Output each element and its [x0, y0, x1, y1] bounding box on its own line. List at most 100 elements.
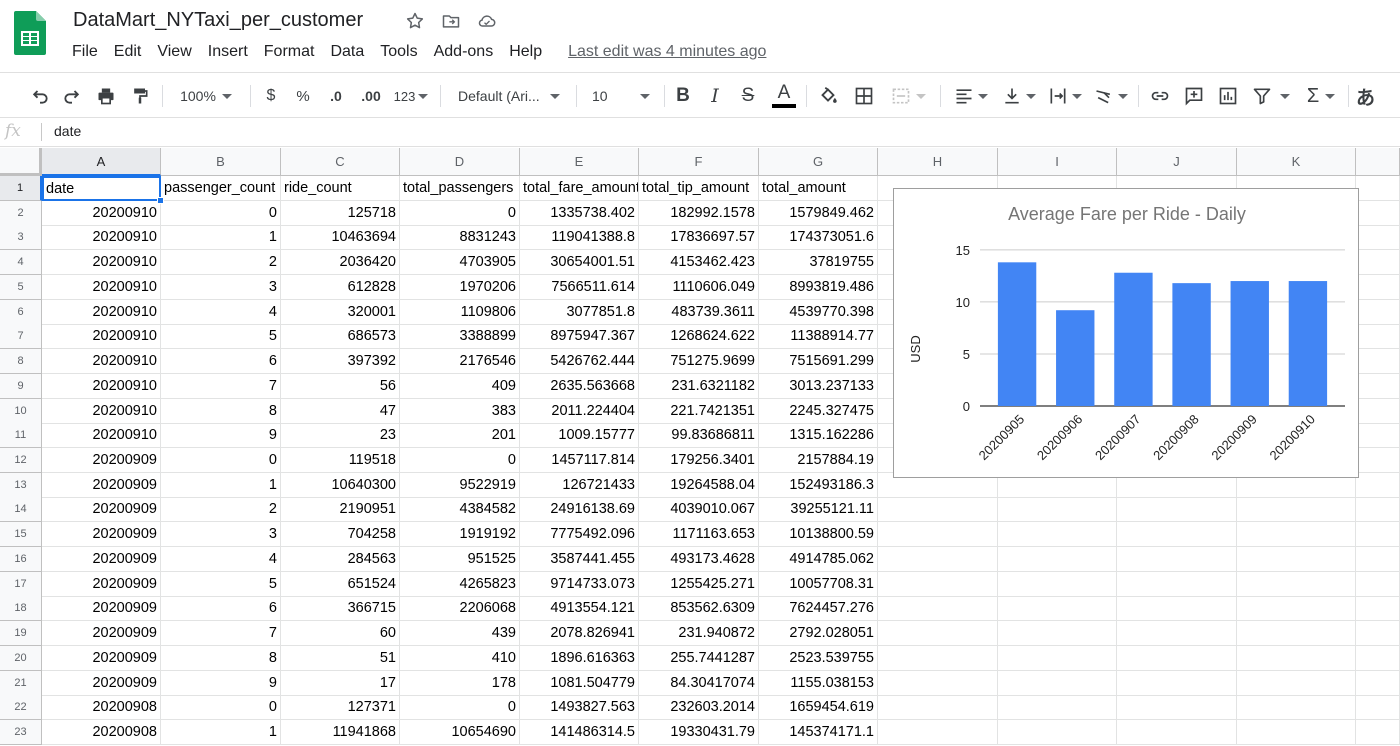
- cell-a6[interactable]: 20200910: [42, 299, 161, 325]
- cell-k18[interactable]: [1237, 596, 1356, 622]
- text-color-button[interactable]: A: [770, 73, 798, 119]
- cell-c12[interactable]: 119518: [281, 448, 400, 474]
- cell-e2[interactable]: 1335738.402: [520, 200, 639, 226]
- row-header-1[interactable]: 1: [0, 176, 42, 201]
- cell-k21[interactable]: [1237, 670, 1356, 696]
- format-currency-button[interactable]: $: [260, 73, 282, 119]
- cell-e15[interactable]: 7775492.096: [520, 522, 639, 548]
- cell-d18[interactable]: 2206068: [400, 596, 520, 622]
- cell-c1[interactable]: ride_count: [281, 176, 400, 201]
- cell-h21[interactable]: [878, 670, 998, 696]
- cell-d15[interactable]: 1919192: [400, 522, 520, 548]
- cell-g4[interactable]: 37819755: [759, 250, 878, 276]
- italic-button[interactable]: I: [704, 73, 726, 119]
- cell-e4[interactable]: 30654001.51: [520, 250, 639, 276]
- chart-bar-20200907[interactable]: [1114, 272, 1153, 406]
- cell-l12[interactable]: [1356, 448, 1400, 474]
- cell-f20[interactable]: 255.7441287: [639, 645, 759, 671]
- cell-i18[interactable]: [998, 596, 1117, 622]
- cell-g5[interactable]: 8993819.486: [759, 274, 878, 300]
- cell-g3[interactable]: 174373051.6: [759, 225, 878, 251]
- cell-c7[interactable]: 686573: [281, 324, 400, 350]
- cell-a22[interactable]: 20200908: [42, 695, 161, 721]
- column-header-e[interactable]: E: [520, 148, 639, 176]
- row-header-18[interactable]: 18: [0, 596, 42, 622]
- column-header-f[interactable]: F: [639, 148, 759, 176]
- strikethrough-button[interactable]: S: [736, 73, 760, 119]
- cell-c21[interactable]: 17: [281, 670, 400, 696]
- row-header-22[interactable]: 22: [0, 695, 42, 721]
- cell-b23[interactable]: 1: [161, 720, 281, 746]
- cell-f22[interactable]: 232603.2014: [639, 695, 759, 721]
- cell-a5[interactable]: 20200910: [42, 274, 161, 300]
- cell-e14[interactable]: 24916138.69: [520, 497, 639, 523]
- format-percent-button[interactable]: %: [292, 73, 314, 119]
- cell-g11[interactable]: 1315.162286: [759, 423, 878, 449]
- row-header-10[interactable]: 10: [0, 398, 42, 424]
- cell-i20[interactable]: [998, 645, 1117, 671]
- row-header-11[interactable]: 11: [0, 423, 42, 449]
- row-header-7[interactable]: 7: [0, 324, 42, 350]
- menu-insert[interactable]: Insert: [200, 42, 256, 62]
- cell-l18[interactable]: [1356, 596, 1400, 622]
- cell-l15[interactable]: [1356, 522, 1400, 548]
- cell-a11[interactable]: 20200910: [42, 423, 161, 449]
- cell-e17[interactable]: 9714733.073: [520, 571, 639, 597]
- row-header-21[interactable]: 21: [0, 670, 42, 696]
- cell-l11[interactable]: [1356, 423, 1400, 449]
- cell-l7[interactable]: [1356, 324, 1400, 350]
- cell-e21[interactable]: 1081.504779: [520, 670, 639, 696]
- text-wrapping-icon[interactable]: [1044, 73, 1086, 119]
- column-header-g[interactable]: G: [759, 148, 878, 176]
- cell-h18[interactable]: [878, 596, 998, 622]
- cell-j20[interactable]: [1117, 645, 1237, 671]
- cell-e1[interactable]: total_fare_amount: [520, 176, 639, 201]
- cell-l17[interactable]: [1356, 571, 1400, 597]
- cell-j18[interactable]: [1117, 596, 1237, 622]
- cell-l8[interactable]: [1356, 349, 1400, 375]
- row-header-14[interactable]: 14: [0, 497, 42, 523]
- cell-l23[interactable]: [1356, 720, 1400, 746]
- more-formats-select[interactable]: 123: [390, 73, 432, 119]
- menu-data[interactable]: Data: [322, 42, 372, 62]
- cell-e3[interactable]: 119041388.8: [520, 225, 639, 251]
- cell-d23[interactable]: 10654690: [400, 720, 520, 746]
- cell-e22[interactable]: 1493827.563: [520, 695, 639, 721]
- cell-c18[interactable]: 366715: [281, 596, 400, 622]
- cell-f1[interactable]: total_tip_amount: [639, 176, 759, 201]
- cell-d16[interactable]: 951525: [400, 546, 520, 572]
- cell-f8[interactable]: 751275.9699: [639, 349, 759, 375]
- row-header-4[interactable]: 4: [0, 250, 42, 276]
- cell-g16[interactable]: 4914785.062: [759, 546, 878, 572]
- row-header-9[interactable]: 9: [0, 373, 42, 399]
- cell-f12[interactable]: 179256.3401: [639, 448, 759, 474]
- cell-c8[interactable]: 397392: [281, 349, 400, 375]
- cell-d21[interactable]: 178: [400, 670, 520, 696]
- move-folder-icon[interactable]: [440, 10, 462, 32]
- cell-f7[interactable]: 1268624.622: [639, 324, 759, 350]
- cell-l6[interactable]: [1356, 299, 1400, 325]
- cell-b9[interactable]: 7: [161, 373, 281, 399]
- cell-d4[interactable]: 4703905: [400, 250, 520, 276]
- functions-icon[interactable]: Σ: [1300, 73, 1342, 119]
- horizontal-align-icon[interactable]: [950, 73, 992, 119]
- cell-f5[interactable]: 1110606.049: [639, 274, 759, 300]
- cell-g23[interactable]: 145374171.1: [759, 720, 878, 746]
- cell-e13[interactable]: 126721433: [520, 472, 639, 498]
- decrease-decimal-button[interactable]: .0: [322, 73, 350, 119]
- cell-i19[interactable]: [998, 621, 1117, 647]
- chart-bar-20200909[interactable]: [1230, 281, 1269, 406]
- cell-b11[interactable]: 9: [161, 423, 281, 449]
- menu-edit[interactable]: Edit: [106, 42, 150, 62]
- cell-f2[interactable]: 182992.1578: [639, 200, 759, 226]
- cell-a9[interactable]: 20200910: [42, 373, 161, 399]
- column-header-i[interactable]: I: [998, 148, 1117, 176]
- cell-b17[interactable]: 5: [161, 571, 281, 597]
- cell-a20[interactable]: 20200909: [42, 645, 161, 671]
- menu-file[interactable]: File: [64, 42, 106, 62]
- cell-l16[interactable]: [1356, 546, 1400, 572]
- cell-g12[interactable]: 2157884.19: [759, 448, 878, 474]
- sheets-logo-icon[interactable]: [14, 11, 46, 55]
- cell-a15[interactable]: 20200909: [42, 522, 161, 548]
- cell-d5[interactable]: 1970206: [400, 274, 520, 300]
